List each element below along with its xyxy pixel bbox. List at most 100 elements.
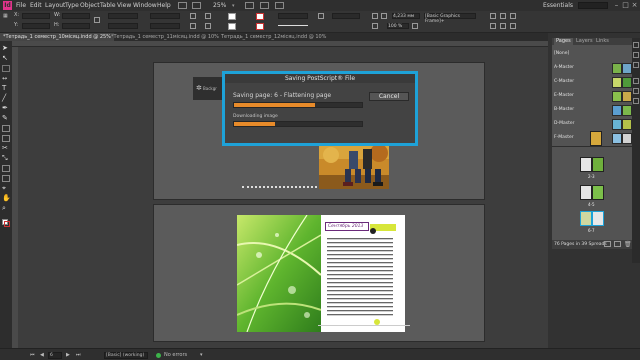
- screen-mode-icon[interactable]: [260, 2, 269, 9]
- master-a-thumb[interactable]: [612, 63, 622, 74]
- page-1-thumb[interactable]: [590, 131, 602, 146]
- x-field[interactable]: [22, 13, 50, 19]
- select-container-icon[interactable]: [205, 13, 211, 19]
- reference-point-icon[interactable]: ▦: [3, 13, 8, 19]
- master-b-thumb[interactable]: [612, 105, 622, 116]
- selection-tool-icon[interactable]: ➤: [2, 45, 10, 52]
- measure-field[interactable]: 4,233 мм: [392, 13, 420, 19]
- page-tool-icon[interactable]: [2, 65, 10, 72]
- line-tool-icon[interactable]: ╱: [2, 95, 10, 102]
- menu-type[interactable]: Type: [65, 2, 79, 9]
- master-e-thumb[interactable]: [612, 91, 622, 102]
- last-page-icon[interactable]: ⏭: [76, 352, 81, 358]
- first-page-icon[interactable]: ⏮: [30, 352, 35, 358]
- type-tool-icon[interactable]: T: [2, 85, 10, 92]
- center-content-icon[interactable]: [510, 13, 516, 19]
- preflight-menu-icon[interactable]: ▾: [200, 352, 203, 358]
- master-c-thumb-right[interactable]: [622, 77, 632, 88]
- previous-page-icon[interactable]: ◀: [40, 352, 44, 358]
- menu-table[interactable]: Table: [100, 2, 116, 9]
- tab-pages[interactable]: Pages: [554, 38, 573, 45]
- fill-proportionally-icon[interactable]: [490, 23, 496, 29]
- page-2-thumb[interactable]: [580, 157, 592, 172]
- swatches-panel-icon[interactable]: [633, 98, 639, 104]
- preflight-profile-field[interactable]: [Basic] (working): [104, 352, 148, 359]
- color-panel-icon[interactable]: [633, 88, 639, 94]
- next-page-icon[interactable]: ▶: [66, 352, 70, 358]
- constrain-proportions-icon[interactable]: [94, 17, 100, 23]
- menu-layout[interactable]: Layout: [45, 2, 65, 9]
- fit-proportionally-icon[interactable]: [510, 23, 516, 29]
- page-7-thumb[interactable]: [592, 211, 604, 226]
- links-panel-icon[interactable]: [633, 62, 639, 68]
- layers-panel-icon[interactable]: [633, 52, 639, 58]
- stroke-percent-field[interactable]: 100 %: [387, 23, 409, 29]
- rectangle-frame-tool-icon[interactable]: [2, 125, 10, 132]
- select-content-icon[interactable]: [205, 23, 211, 29]
- pen-tool-icon[interactable]: ✒: [2, 105, 10, 112]
- gap-tool-icon[interactable]: ↔: [2, 75, 10, 82]
- master-a[interactable]: A-Master: [554, 65, 574, 70]
- menu-edit[interactable]: Edit: [30, 2, 42, 9]
- menu-help[interactable]: Help: [157, 2, 171, 9]
- pages-panel-body[interactable]: [None] A-Master C-Master E-Master B-Mast…: [552, 45, 632, 245]
- page-5-thumb[interactable]: [592, 185, 604, 200]
- fill-swatch-icon[interactable]: [228, 13, 236, 20]
- stroke-type-line[interactable]: [278, 25, 308, 26]
- fit-frame-icon[interactable]: [500, 13, 506, 19]
- page-4-thumb[interactable]: [580, 185, 592, 200]
- search-input[interactable]: [578, 2, 608, 9]
- workspace-switcher[interactable]: Essentials: [543, 2, 573, 9]
- scale-y-field[interactable]: [108, 23, 138, 29]
- rotate-cw-icon[interactable]: [190, 13, 196, 19]
- opacity-field[interactable]: [332, 13, 360, 19]
- stroke-panel-icon[interactable]: [633, 78, 639, 84]
- tab-layers[interactable]: Layers: [574, 38, 595, 45]
- master-none[interactable]: [None]: [554, 51, 569, 56]
- auto-fit-icon[interactable]: [500, 23, 506, 29]
- arrange-documents-icon[interactable]: [275, 2, 284, 9]
- pages-divider[interactable]: [552, 146, 632, 147]
- maximize-icon[interactable]: □: [621, 2, 630, 9]
- stroke-none-icon[interactable]: [256, 23, 264, 30]
- tab-document-10[interactable]: *Тетрадь_1 семестр_10мiсяц.indd @ 25%: [0, 33, 114, 41]
- pages-panel-icon[interactable]: [633, 42, 639, 48]
- hand-tool-icon[interactable]: ✋: [2, 195, 11, 202]
- direct-selection-tool-icon[interactable]: ↖: [2, 55, 10, 62]
- width-field[interactable]: [62, 13, 90, 19]
- chevron-down-icon[interactable]: ▾: [232, 3, 235, 9]
- bridge-icon[interactable]: [178, 2, 187, 9]
- master-d-thumb-right[interactable]: [622, 119, 632, 130]
- page-6-thumb[interactable]: [580, 211, 592, 226]
- tab-links[interactable]: Links: [594, 38, 611, 45]
- zoom-tool-icon[interactable]: ⌕: [2, 205, 10, 212]
- app-logo-icon[interactable]: Id: [3, 1, 12, 10]
- page-number-field[interactable]: 6: [48, 352, 62, 359]
- free-transform-tool-icon[interactable]: ⤡: [2, 155, 10, 162]
- master-b-thumb-right[interactable]: [622, 105, 632, 116]
- menu-object[interactable]: Object: [80, 2, 100, 9]
- scale-x-field[interactable]: [108, 13, 138, 19]
- master-c[interactable]: C-Master: [554, 79, 574, 84]
- note-tool-icon[interactable]: [2, 175, 10, 182]
- flip-horizontal-icon[interactable]: [190, 23, 196, 29]
- master-d-thumb[interactable]: [612, 119, 622, 130]
- master-a-thumb-right[interactable]: [622, 63, 632, 74]
- view-options-icon[interactable]: [245, 2, 254, 9]
- minibridge-icon[interactable]: [192, 2, 201, 9]
- master-b[interactable]: B-Master: [554, 107, 574, 112]
- wrap-bbox-icon[interactable]: [381, 13, 387, 19]
- minimize-icon[interactable]: –: [612, 2, 621, 9]
- zoom-level[interactable]: 25%: [213, 2, 226, 9]
- rectangle-tool-icon[interactable]: [2, 135, 10, 142]
- edit-page-size-icon[interactable]: [604, 241, 611, 247]
- frame-fitting-icon[interactable]: [412, 23, 418, 29]
- wrap-shape-icon[interactable]: [372, 23, 378, 29]
- menu-window[interactable]: Window: [133, 2, 157, 9]
- master-e-thumb-right[interactable]: [622, 91, 632, 102]
- wrap-none-icon[interactable]: [372, 13, 378, 19]
- stroke-swatch-icon[interactable]: [228, 23, 236, 30]
- gradient-tool-icon[interactable]: [2, 165, 10, 172]
- fit-content-icon[interactable]: [490, 13, 496, 19]
- master-e[interactable]: E-Master: [554, 93, 574, 98]
